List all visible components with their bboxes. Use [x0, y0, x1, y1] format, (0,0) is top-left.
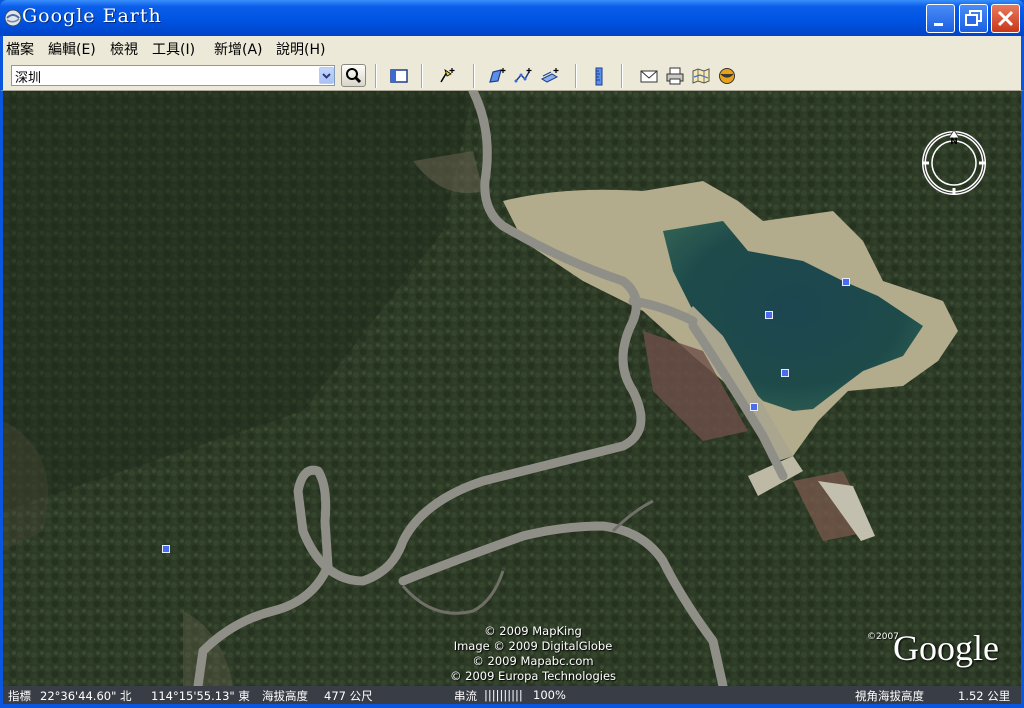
- google-maps-icon[interactable]: [691, 66, 711, 86]
- ruler-icon[interactable]: [589, 66, 609, 86]
- menu-add[interactable]: 新增(A): [214, 39, 263, 59]
- placemark[interactable]: [765, 311, 773, 319]
- elevation-value: 477 公尺: [324, 689, 373, 703]
- map-view[interactable]: N © 2009 MapKing Image © 2009 DigitalGlo…: [3, 91, 1021, 686]
- menu-file[interactable]: 檔案: [6, 39, 34, 59]
- chevron-down-icon: [322, 73, 331, 79]
- toolbar-separator: [473, 64, 475, 88]
- eye-altitude-label: 視角海拔高度: [855, 689, 924, 703]
- satellite-imagery: [3, 91, 1021, 686]
- menu-bar: 檔案 編輯(E) 檢視 工具(I) 新增(A) 說明(H): [0, 36, 1024, 60]
- placemark[interactable]: [842, 278, 850, 286]
- copyright-text: © 2009 Mapabc.com: [472, 654, 594, 668]
- search-button[interactable]: [341, 64, 366, 87]
- compass-navigation[interactable]: N: [919, 128, 989, 198]
- eye-altitude-value: 1.52 公里: [958, 689, 1011, 703]
- menu-tools[interactable]: 工具(I): [152, 39, 195, 59]
- menu-view[interactable]: 檢視: [110, 39, 138, 59]
- restore-icon: [965, 10, 982, 26]
- search-input[interactable]: [11, 65, 335, 86]
- minimize-button[interactable]: [926, 4, 955, 33]
- print-icon[interactable]: [665, 66, 685, 86]
- placemark[interactable]: [162, 545, 170, 553]
- status-bar: 指標 22°36'44.60" 北 114°15'55.13" 東 海拔高度 4…: [3, 686, 1021, 704]
- window-border: [0, 704, 1024, 708]
- window-title: Google Earth: [22, 5, 162, 27]
- menu-edit[interactable]: 編輯(E): [48, 39, 96, 59]
- minimize-icon: [934, 23, 943, 26]
- add-path-icon[interactable]: [513, 66, 533, 86]
- google-logo: Google: [893, 628, 999, 668]
- search-icon: [346, 68, 362, 84]
- toolbar-separator: [575, 64, 577, 88]
- menu-help[interactable]: 說明(H): [276, 39, 325, 59]
- add-polygon-icon[interactable]: [487, 66, 507, 86]
- sidebar-toggle-icon[interactable]: [389, 66, 409, 86]
- toolbar-separator: [621, 64, 623, 88]
- close-button[interactable]: [991, 4, 1020, 33]
- search-history-dropdown[interactable]: [319, 67, 334, 84]
- sky-toggle-icon[interactable]: [717, 66, 737, 86]
- toolbar: [0, 60, 1024, 91]
- title-bar[interactable]: Google Earth: [0, 0, 1024, 36]
- toolbar-separator: [421, 64, 423, 88]
- add-image-overlay-icon[interactable]: [540, 66, 560, 86]
- placemark[interactable]: [781, 369, 789, 377]
- copyright-text: © 2009 Europa Technologies: [449, 669, 617, 683]
- close-icon: [997, 10, 1014, 27]
- streaming-value: 100%: [533, 688, 566, 702]
- copyright-text: © 2009 MapKing: [484, 624, 582, 638]
- google-earth-icon: [4, 9, 22, 27]
- copyright-text: Image © 2009 DigitalGlobe: [453, 639, 613, 653]
- streaming-label: 串流: [454, 689, 477, 703]
- add-placemark-icon[interactable]: [437, 66, 457, 86]
- compass-north-label: N: [950, 137, 958, 147]
- elevation-label: 海拔高度: [262, 689, 308, 703]
- restore-button[interactable]: [959, 4, 988, 33]
- streaming-bars: ||||||||||: [484, 688, 523, 702]
- latitude-value: 22°36'44.60" 北: [40, 689, 132, 703]
- email-icon[interactable]: [639, 66, 659, 86]
- toolbar-separator: [375, 64, 377, 88]
- pointer-label: 指標: [8, 689, 31, 703]
- placemark[interactable]: [750, 403, 758, 411]
- longitude-value: 114°15'55.13" 東: [151, 689, 250, 703]
